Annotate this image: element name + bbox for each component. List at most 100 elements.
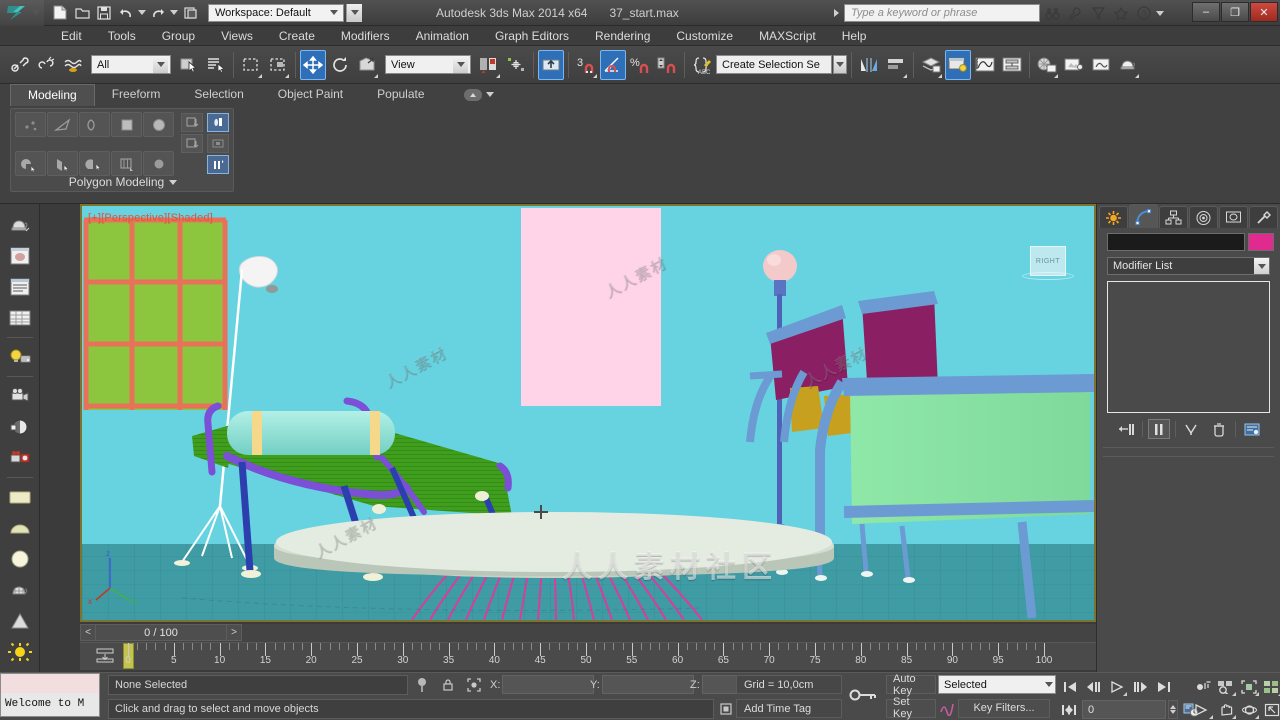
select-and-scale-icon[interactable] [354, 50, 380, 80]
make-unique-icon[interactable] [181, 134, 203, 153]
menu-item-tools[interactable]: Tools [95, 26, 149, 46]
preserve-uv-icon[interactable] [207, 134, 229, 153]
coord-system-chevron-icon[interactable] [453, 56, 468, 73]
perspective-viewport[interactable]: z y x [+][Perspective][Shaded] RIGHT 人人素… [82, 206, 1094, 620]
ribbon-options-chevron-icon[interactable] [485, 92, 494, 97]
funnel-icon[interactable] [1087, 3, 1109, 23]
x-input[interactable] [502, 675, 595, 694]
time-slider[interactable]: < 0 / 100 > [80, 624, 242, 641]
layer-manager-icon[interactable] [918, 50, 944, 80]
selection-lock-icon[interactable] [438, 675, 458, 695]
menu-item-modifiers[interactable]: Modifiers [328, 26, 403, 46]
key-filters-button[interactable]: Key Filters... [958, 698, 1050, 718]
key-filters-toggle-icon[interactable] [936, 698, 958, 718]
stereo-camera-icon[interactable] [5, 443, 35, 473]
menu-item-rendering[interactable]: Rendering [582, 26, 663, 46]
infocenter-expand-icon[interactable] [834, 9, 843, 17]
ribbon-tab-object-paint[interactable]: Object Paint [261, 84, 360, 105]
camera-icon[interactable] [5, 381, 35, 411]
zoom-extents-icon[interactable] [1238, 676, 1260, 697]
minimize-button[interactable]: – [1192, 2, 1220, 22]
display-tab[interactable] [1219, 206, 1248, 228]
add-time-tag-button[interactable]: Add Time Tag [736, 699, 842, 718]
spinner-arrows-icon[interactable] [1168, 700, 1178, 719]
viewport-label[interactable]: [+][Perspective][Shaded] [88, 212, 213, 224]
render-preview-icon[interactable] [5, 241, 35, 271]
maxscript-mini-listener[interactable]: Welcome to M [0, 673, 100, 717]
current-frame-spinner[interactable]: 0 [1082, 700, 1166, 719]
search-input[interactable]: Type a keyword or phrase [844, 4, 1040, 22]
teapot-object-icon[interactable] [5, 210, 35, 240]
field-of-view-icon[interactable] [1192, 699, 1214, 720]
menu-item-customize[interactable]: Customize [663, 26, 746, 46]
subobject-element-icon[interactable] [143, 112, 174, 137]
key-filter-set-combo[interactable]: Selected [938, 675, 1056, 694]
menu-item-help[interactable]: Help [829, 26, 880, 46]
object-name-input[interactable] [1107, 233, 1245, 251]
workspace-selector[interactable]: Workspace: Default [208, 3, 344, 22]
show-end-result-icon[interactable] [1147, 419, 1170, 439]
ribbon-tab-modeling[interactable]: Modeling [10, 83, 95, 106]
select-and-move-icon[interactable] [300, 49, 326, 80]
auto-key-button[interactable]: Auto Key [886, 673, 936, 697]
list-panel-icon[interactable] [5, 272, 35, 302]
named-selection-chevron-icon[interactable] [833, 55, 847, 74]
pin-stack-icon[interactable] [1115, 419, 1137, 439]
subobject-vertex-icon[interactable] [15, 112, 46, 137]
play-animation-icon[interactable] [1106, 676, 1128, 697]
maximize-viewport-icon[interactable] [1261, 699, 1280, 720]
menu-item-views[interactable]: Views [208, 26, 266, 46]
menu-item-maxscript[interactable]: MAXScript [746, 26, 829, 46]
selection-lock-pin-icon[interactable] [412, 675, 432, 695]
orbit-icon[interactable] [1238, 699, 1260, 720]
application-menu-button[interactable] [0, 0, 44, 26]
subobject-edge-icon[interactable] [47, 112, 78, 137]
isolate-selection-icon[interactable] [464, 675, 484, 695]
modifier-list-chevron-icon[interactable] [1254, 258, 1269, 274]
named-selection-sets-input[interactable]: Create Selection Se [716, 55, 832, 74]
mirror-objects-icon[interactable] [856, 50, 882, 80]
motion-tab[interactable] [1189, 206, 1218, 228]
zoom-icon[interactable] [1192, 676, 1214, 697]
select-and-rotate-icon[interactable] [327, 50, 353, 80]
snap-toggle-3-icon[interactable]: 3 [573, 50, 599, 80]
menu-item-edit[interactable]: Edit [48, 26, 95, 46]
material-editor-icon[interactable] [945, 49, 971, 80]
use-nurms-icon[interactable] [207, 155, 229, 174]
ribbon-tab-populate[interactable]: Populate [360, 84, 441, 105]
use-selection-center-icon[interactable] [503, 50, 529, 80]
modifier-list-combo[interactable]: Modifier List [1107, 257, 1270, 275]
view-cube[interactable]: RIGHT [1022, 246, 1074, 280]
star-icon[interactable] [1110, 3, 1132, 23]
create-tab[interactable] [1099, 206, 1128, 228]
select-object-icon[interactable] [176, 50, 202, 80]
close-button[interactable]: ✕ [1250, 2, 1278, 22]
key-mode-icon[interactable] [1058, 699, 1080, 720]
go-to-end-icon[interactable] [1152, 676, 1174, 697]
shading-sphere-icon[interactable] [5, 412, 35, 442]
wrench-icon[interactable] [1064, 3, 1086, 23]
binoculars-icon[interactable] [1041, 3, 1063, 23]
collapse-stack-icon[interactable] [181, 113, 203, 132]
utilities-tab[interactable] [1249, 206, 1278, 228]
workspace-dropdown-button[interactable] [346, 3, 362, 22]
angle-snap-icon[interactable] [600, 49, 626, 80]
save-disk-icon[interactable] [94, 3, 114, 23]
current-frame-display[interactable]: 0 / 100 [96, 624, 226, 641]
zoom-region-icon[interactable] [1261, 676, 1280, 697]
ribbon-tab-freeform[interactable]: Freeform [95, 84, 178, 105]
subobject-border-icon[interactable] [79, 112, 110, 137]
curve-editor-icon[interactable] [972, 50, 998, 80]
trash-modifier-icon[interactable] [1208, 419, 1230, 439]
spreadsheet-icon[interactable] [5, 303, 35, 333]
configure-sets-icon[interactable] [1241, 419, 1263, 439]
symmetry-tools-icon[interactable] [47, 151, 78, 176]
make-unique-icon[interactable] [1181, 419, 1203, 439]
view-cube-compass-ring[interactable] [1022, 272, 1074, 280]
teapot-wire-icon[interactable] [5, 575, 35, 605]
zoom-all-icon[interactable] [1215, 676, 1237, 697]
go-to-start-icon[interactable] [1060, 676, 1082, 697]
modify-tab[interactable] [1129, 204, 1158, 228]
open-folder-icon[interactable] [72, 3, 92, 23]
unlink-icon[interactable] [33, 50, 59, 80]
